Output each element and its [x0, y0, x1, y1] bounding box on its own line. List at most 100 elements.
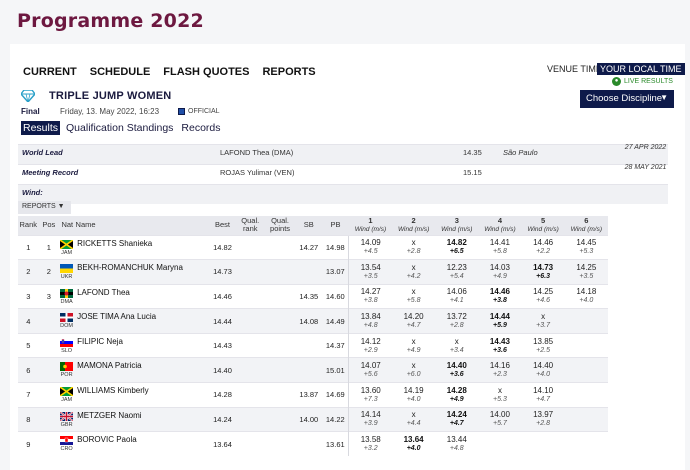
- athlete-name[interactable]: RICKETTS Shanieka: [77, 239, 152, 248]
- attempt-wind: +3.5: [579, 272, 594, 280]
- table-row[interactable]: 3 3 DMA LAFOND Thea 14.46 14.35 14.60 14.27 +3.8…: [18, 283, 608, 309]
- attempt-cell: 14.24 +4.7: [435, 406, 479, 432]
- choose-discipline-button[interactable]: Choose Discipline ▼: [580, 90, 674, 108]
- attempt-wind: +6.5: [449, 248, 464, 256]
- attempt-mark: 14.25: [533, 287, 554, 297]
- attempt-cell: [521, 431, 565, 457]
- results-table: Rank Pos Nat Name Best Qual. rank Qual. …: [18, 216, 608, 457]
- athlete-name[interactable]: WILLIAMS Kimberly: [77, 386, 149, 395]
- athlete-name[interactable]: LAFOND Thea: [77, 288, 130, 297]
- nat-code: UKR: [60, 274, 73, 281]
- table-row[interactable]: 9 CRO BOROVIC Paola 13.64 13.61 13.58 +3.2 13.6…: [18, 431, 608, 457]
- best-cell: 14.28: [209, 382, 236, 408]
- nav-flash-quotes[interactable]: FLASH QUOTES: [163, 66, 249, 78]
- table-row[interactable]: 1 1 JAM RICKETTS Shanieka 14.82 14.27 14.98 14.…: [18, 234, 608, 260]
- athlete-cell[interactable]: JAM WILLIAMS Kimberly: [59, 382, 210, 408]
- sb-cell: [295, 332, 323, 358]
- nat-code: DMA: [60, 298, 73, 305]
- qual-points-cell: [264, 234, 296, 260]
- nat-code: DOM: [60, 323, 74, 330]
- attempt-mark: 14.25: [576, 262, 597, 272]
- attempt-mark: 13.85: [533, 336, 554, 346]
- athlete-name[interactable]: MAMONA Patricia: [77, 361, 141, 370]
- jam-flag-icon: [60, 387, 74, 397]
- attempt-cell: x +3.4: [435, 332, 479, 358]
- slo-flag-icon: [60, 337, 74, 347]
- attempt-cell: 13.54 +3.5: [348, 259, 393, 285]
- reports-dropdown[interactable]: REPORTS ▼: [18, 201, 71, 214]
- table-row[interactable]: 2 2 UKR BEKH-ROMANCHUK Maryna 14.73 13.07 13.5…: [18, 259, 608, 285]
- nav-schedule[interactable]: SCHEDULE: [90, 66, 151, 78]
- results-panel: CURRENT SCHEDULE FLASH QUOTES REPORTS VE…: [10, 44, 685, 470]
- qual-rank-cell: [235, 406, 265, 432]
- attempt-cell: x +6.0: [392, 357, 436, 383]
- table-row[interactable]: 8 GBR METZGER Naomi 14.24 14.00 14.22 14.14 +3.…: [18, 406, 608, 432]
- main-nav: CURRENT SCHEDULE FLASH QUOTES REPORTS: [23, 66, 316, 78]
- attempt-cell: 14.46 +3.8: [478, 283, 522, 309]
- record-row-world-lead: World Lead LAFOND Thea (DMA) 14.35 São P…: [18, 144, 668, 164]
- attempt-wind: +6.3: [536, 272, 550, 280]
- table-row[interactable]: 7 JAM WILLIAMS Kimberly 14.28 13.87 14.69 13.6…: [18, 382, 608, 408]
- header-pos: Pos: [38, 216, 60, 235]
- header-attempt: 3 Wind (m/s): [435, 216, 479, 235]
- athlete-name[interactable]: JOSE TIMA Ana Lucia: [77, 312, 156, 321]
- attempt-wind: +4.0: [406, 445, 421, 453]
- attempt-wind: +4.7: [449, 420, 464, 428]
- header-qual-points: Qual. points: [264, 216, 296, 235]
- header-best: Best: [209, 216, 236, 235]
- nav-current[interactable]: CURRENT: [23, 66, 77, 78]
- attempt-wind: +2.8: [449, 322, 464, 330]
- pb-cell: 14.22: [322, 406, 349, 432]
- pos-cell: [38, 431, 60, 457]
- athlete-name[interactable]: METZGER Naomi: [77, 411, 141, 420]
- table-row[interactable]: 4 DOM JOSE TIMA Ana Lucia 14.44 14.08 14.49 13…: [18, 308, 608, 334]
- attempt-wind: +4.7: [536, 395, 550, 403]
- nat-code: JAM: [61, 397, 73, 404]
- venue-time-toggle[interactable]: VENUE TIME: [547, 64, 602, 74]
- table-row[interactable]: 6 POR MAMONA Patricia 14.40 15.01 14.07 +5.6 x +…: [18, 357, 608, 383]
- tab-records[interactable]: Records: [179, 121, 222, 135]
- gbr-flag-icon: [60, 411, 74, 421]
- attempt-wind: +2.8: [536, 420, 550, 428]
- attempt-wind: +3.7: [536, 322, 550, 330]
- attempt-cell: 13.60 +7.3: [348, 382, 393, 408]
- attempt-cell: 14.73 +6.3: [521, 259, 565, 285]
- record-holder: ROJAS Yulimar (VEN): [220, 168, 295, 177]
- athlete-cell[interactable]: DOM JOSE TIMA Ana Lucia: [59, 308, 210, 334]
- tab-qualification-standings[interactable]: Qualification Standings: [64, 121, 175, 135]
- pb-cell: 14.69: [322, 382, 349, 408]
- athlete-cell[interactable]: UKR BEKH-ROMANCHUK Maryna: [59, 259, 210, 285]
- attempt-wind: +4.0: [406, 395, 421, 403]
- live-results-link[interactable]: ● LIVE RESULTS: [612, 77, 673, 86]
- athlete-name[interactable]: BOROVIC Paola: [77, 435, 137, 444]
- athlete-name[interactable]: FILIPIC Neja: [77, 337, 123, 346]
- athlete-cell[interactable]: SLO FILIPIC Neja: [59, 332, 210, 358]
- attempt-mark: 13.54: [360, 262, 381, 272]
- sb-cell: [295, 431, 323, 457]
- athlete-cell[interactable]: DMA LAFOND Thea: [59, 283, 210, 309]
- local-time-toggle[interactable]: YOUR LOCAL TIME: [597, 63, 685, 75]
- athlete-cell[interactable]: JAM RICKETTS Shanieka: [59, 234, 210, 260]
- attempt-wind: +4.2: [406, 272, 421, 280]
- qual-points-cell: [264, 308, 296, 334]
- athlete-cell[interactable]: GBR METZGER Naomi: [59, 406, 210, 432]
- nav-reports[interactable]: REPORTS: [262, 66, 315, 78]
- attempt-mark: 14.40: [446, 361, 467, 371]
- athlete-cell[interactable]: POR MAMONA Patricia: [59, 357, 210, 383]
- record-holder: LAFOND Thea (DMA): [220, 148, 294, 157]
- official-label: OFFICIAL: [188, 108, 220, 115]
- best-cell: 14.46: [209, 283, 236, 309]
- header-attempt: 5 Wind (m/s): [521, 216, 565, 235]
- tab-results[interactable]: Results: [21, 121, 61, 135]
- athlete-name[interactable]: BEKH-ROMANCHUK Maryna: [77, 263, 183, 272]
- header-sb: SB: [295, 216, 323, 235]
- best-cell: 14.82: [209, 234, 236, 260]
- athlete-cell[interactable]: CRO BOROVIC Paola: [59, 431, 210, 457]
- attempt-cell: 14.19 +4.0: [392, 382, 436, 408]
- attempt-wind: +4.5: [363, 248, 378, 256]
- round-label: Final: [21, 107, 40, 116]
- nat-code: SLO: [61, 347, 73, 354]
- attempt-cell: 14.43 +3.6: [478, 332, 522, 358]
- attempt-cell: 14.44 +5.9: [478, 308, 522, 334]
- table-row[interactable]: 5 SLO FILIPIC Neja 14.43 14.37 14.12 +2.9 x +4.9…: [18, 332, 608, 358]
